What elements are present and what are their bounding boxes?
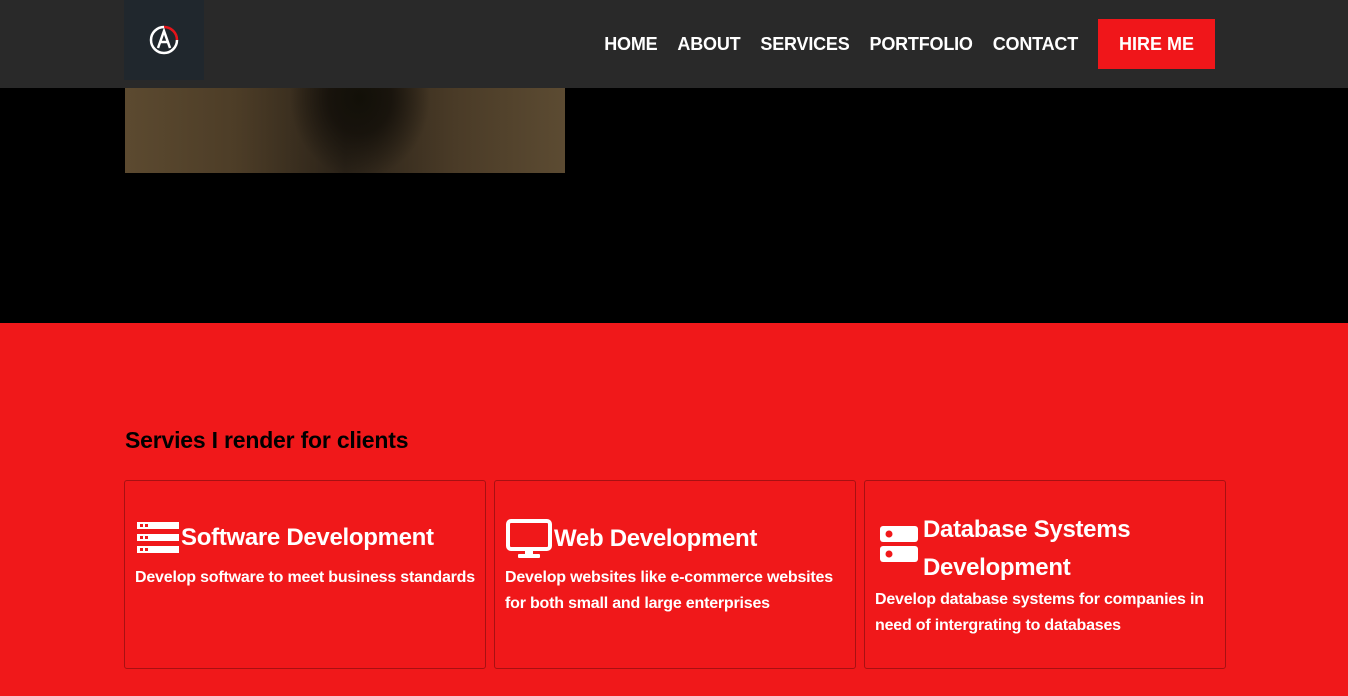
card-title: Web Development	[554, 525, 758, 552]
service-card-web: Web Development Develop websites like e-…	[494, 480, 856, 669]
hire-me-button[interactable]: HIRE ME	[1098, 19, 1215, 69]
card-header: Web Development	[506, 519, 757, 559]
navbar: HOME ABOUT SERVICES PORTFOLIO CONTACT HI…	[0, 0, 1348, 88]
nav-link-contact[interactable]: CONTACT	[993, 34, 1078, 55]
logo-a-icon	[149, 25, 179, 55]
hero-image	[125, 88, 565, 173]
nav-link-home[interactable]: HOME	[604, 34, 657, 55]
logo[interactable]	[124, 0, 204, 80]
card-title: Software Development	[181, 524, 434, 551]
services-title: Servies I render for clients	[125, 427, 409, 453]
services-section: Servies I render for clients Software De…	[0, 323, 1348, 696]
nav-link-portfolio[interactable]: PORTFOLIO	[870, 34, 973, 55]
hero-section	[0, 88, 1348, 323]
database-icon	[880, 526, 918, 562]
card-description: Develop websites like e-commerce website…	[505, 569, 833, 612]
card-title: Database Systems Development	[923, 516, 1131, 581]
service-card-software: Software Development Develop software to…	[124, 480, 486, 669]
nav-link-about[interactable]: ABOUT	[677, 34, 740, 55]
server-list-icon	[137, 522, 179, 553]
service-card-database: Database Systems Development Develop dat…	[864, 480, 1226, 669]
card-header: Software Development	[137, 519, 434, 557]
card-description: Develop software to meet business standa…	[135, 569, 475, 586]
monitor-icon	[506, 519, 552, 558]
card-description: Develop database systems for companies i…	[875, 591, 1204, 634]
nav-links: HOME ABOUT SERVICES PORTFOLIO CONTACT	[604, 0, 1078, 88]
nav-link-services[interactable]: SERVICES	[760, 34, 849, 55]
